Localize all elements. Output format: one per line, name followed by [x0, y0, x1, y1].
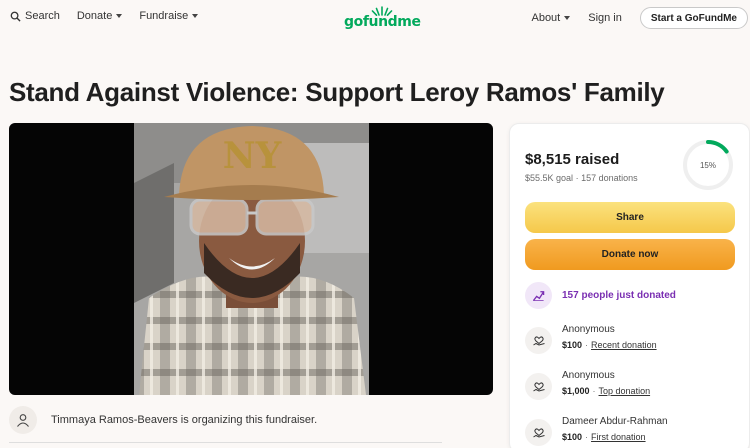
- donor-name: Anonymous: [562, 324, 615, 335]
- nav-fundraise-label: Fundraise: [139, 10, 189, 22]
- chevron-down-icon: [192, 14, 199, 18]
- donation-amount: $100: [562, 432, 583, 442]
- chevron-down-icon: [564, 16, 571, 20]
- donation-tag-link[interactable]: First donation: [591, 432, 646, 442]
- donor-name: Anonymous: [562, 370, 615, 381]
- recent-donors-banner[interactable]: 157 people just donated: [525, 282, 676, 309]
- amount-raised: $8,515 raised: [525, 151, 620, 168]
- nav-about[interactable]: About: [531, 12, 571, 24]
- donation-item: Dameer Abdur-Rahman $100 · First donation: [525, 416, 668, 446]
- organizer-avatar[interactable]: [9, 406, 37, 434]
- nav-donate[interactable]: Donate: [76, 10, 123, 22]
- donation-item: Anonymous $100 · Recent donation: [525, 324, 657, 354]
- donor-name: Dameer Abdur-Rahman: [562, 416, 668, 427]
- organizer-row: Timmaya Ramos-Beavers is organizing this…: [9, 406, 317, 434]
- user-icon: [17, 414, 29, 427]
- donation-card: $8,515 raised $55.5K goal · 157 donation…: [509, 123, 750, 448]
- separator: ·: [585, 432, 589, 442]
- donation-item: Anonymous $1,000 · Top donation: [525, 370, 650, 400]
- recent-donors-text: 157 people just donated: [562, 290, 676, 301]
- donation-heart-icon: [525, 419, 552, 446]
- campaign-photo-image: NY: [134, 123, 369, 395]
- donation-heart-icon: [525, 373, 552, 400]
- nav-search[interactable]: Search: [10, 10, 60, 22]
- nav-sign-in[interactable]: Sign in: [588, 12, 622, 24]
- nav-search-label: Search: [25, 10, 60, 22]
- donation-amount: $1,000: [562, 386, 590, 396]
- nav-about-label: About: [531, 12, 561, 24]
- divider: [9, 442, 442, 443]
- separator: ·: [585, 340, 589, 350]
- site-header: Search Donate Fundraise gofundme About S…: [0, 0, 750, 36]
- organizer-text: Timmaya Ramos-Beavers is organizing this…: [51, 414, 318, 426]
- donation-tag-link[interactable]: Recent donation: [591, 340, 657, 350]
- nav-sign-in-label: Sign in: [588, 12, 622, 24]
- share-button[interactable]: Share: [525, 202, 735, 233]
- hat-logo-text: NY: [223, 135, 283, 177]
- donate-now-button[interactable]: Donate now: [525, 239, 735, 270]
- donation-amount: $100: [562, 340, 583, 350]
- donation-count: 157 donations: [581, 173, 638, 183]
- nav-donate-label: Donate: [76, 10, 113, 22]
- gofundme-logo[interactable]: gofundme: [344, 6, 421, 29]
- logo-text: gofundme: [344, 14, 421, 30]
- separator: ·: [592, 386, 596, 396]
- donation-heart-icon: [525, 327, 552, 354]
- nav-fundraise[interactable]: Fundraise: [139, 10, 199, 22]
- donation-tag-link[interactable]: Top donation: [599, 386, 651, 396]
- start-gofundme-button[interactable]: Start a GoFundMe: [639, 7, 748, 29]
- campaign-photo[interactable]: NY: [9, 123, 493, 395]
- nav-left: Search Donate Fundraise: [10, 10, 215, 22]
- nav-right: About Sign in Start a GoFundMe: [531, 7, 750, 29]
- page-title: Stand Against Violence: Support Leroy Ra…: [9, 77, 665, 107]
- search-icon: [10, 11, 21, 22]
- trending-up-icon: [525, 282, 552, 309]
- chevron-down-icon: [116, 14, 123, 18]
- progress-percent: 15%: [699, 160, 716, 170]
- goal-amount: $55.5K goal: [525, 173, 574, 183]
- goal-summary: $55.5K goal · 157 donations: [525, 173, 638, 183]
